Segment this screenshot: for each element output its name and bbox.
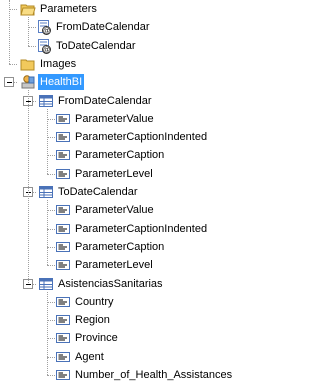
field-item[interactable]: ParameterCaptionIndented [55, 220, 209, 238]
field-icon [55, 312, 71, 328]
field-item[interactable]: ParameterValue [55, 201, 156, 219]
dataset-item[interactable]: ToDateCalendar [38, 183, 140, 201]
tree-guide [47, 228, 55, 230]
datasource-healthbi[interactable]: HealthBI [20, 73, 85, 91]
dataset-item-label: AsistenciasSanitarias [58, 277, 163, 290]
field-item-label: ParameterLevel [75, 167, 153, 180]
field-icon [55, 330, 71, 346]
dataset-icon [38, 184, 54, 200]
tree-guide [47, 338, 55, 340]
field-icon [55, 294, 71, 310]
field-icon [55, 129, 71, 145]
field-item-label: Agent [75, 350, 104, 363]
folder-open-icon [20, 1, 36, 17]
svg-text:@: @ [43, 47, 50, 54]
field-item-label: Country [75, 295, 114, 308]
tree-guide [47, 356, 55, 358]
expander-datasource[interactable] [4, 77, 14, 88]
tree-guide [28, 45, 36, 47]
folder-parameters[interactable]: Parameters [20, 0, 99, 18]
dataset-item-label: ToDateCalendar [58, 186, 138, 198]
field-item-label: ParameterCaption [75, 240, 165, 253]
tree-guide [47, 265, 55, 267]
tree-guide [47, 155, 55, 157]
parameter-icon: @ [36, 38, 52, 54]
field-item[interactable]: ParameterLevel [55, 256, 155, 274]
tree-guide [47, 173, 55, 175]
tree-guide [47, 118, 55, 120]
field-icon [55, 202, 71, 218]
dataset-icon [38, 276, 54, 292]
tree-guide [28, 27, 36, 29]
folder-images-label: Images [40, 57, 77, 70]
field-icon [55, 257, 71, 273]
field-item[interactable]: ParameterCaption [55, 238, 166, 256]
svg-text:@: @ [43, 28, 50, 35]
parameter-item[interactable]: @ ToDateCalendar [36, 37, 138, 55]
tree-guide [9, 9, 17, 10]
field-item[interactable]: Number_of_Health_Assistances [55, 366, 234, 384]
tree-guide [47, 375, 55, 376]
folder-parameters-label: Parameters [40, 3, 97, 15]
tree-guide [47, 137, 55, 139]
folder-images[interactable]: Images [20, 55, 78, 73]
tree-guide [47, 301, 55, 303]
dataset-item-label: FromDateCalendar [58, 94, 152, 107]
datasource-healthbi-label: HealthBI [38, 74, 85, 91]
field-icon [55, 166, 71, 182]
field-icon [55, 349, 71, 365]
parameter-item-label: FromDateCalendar [56, 21, 150, 34]
field-item[interactable]: Region [55, 311, 112, 329]
parameter-icon: @ [36, 19, 52, 36]
field-item[interactable]: ParameterLevel [55, 165, 155, 183]
field-icon [55, 111, 71, 127]
dataset-icon [38, 93, 54, 109]
field-item[interactable]: Country [55, 293, 116, 311]
field-item[interactable]: Province [55, 329, 120, 347]
parameter-item[interactable]: @ FromDateCalendar [36, 18, 152, 36]
data-source-icon [20, 74, 36, 90]
field-icon [55, 221, 71, 237]
parameter-item-label: ToDateCalendar [56, 39, 136, 52]
tree-guide [47, 320, 55, 322]
field-item[interactable]: ParameterCaption [55, 146, 166, 164]
field-item[interactable]: ParameterValue [55, 110, 156, 128]
field-item[interactable]: ParameterCaptionIndented [55, 128, 209, 146]
tree-guide [47, 210, 55, 212]
field-item-label: ParameterValue [75, 112, 154, 125]
field-item-label: ParameterLevel [75, 259, 153, 272]
field-icon [55, 147, 71, 163]
field-item-label: ParameterCaptionIndented [75, 131, 208, 144]
field-icon [55, 239, 71, 255]
field-item-label: Number_of_Health_Assistances [75, 369, 233, 381]
field-item-label: Region [75, 314, 110, 327]
tree-guide [47, 246, 55, 248]
tree-guide-fields [47, 291, 48, 375]
folder-icon [20, 56, 36, 72]
dataset-item[interactable]: FromDateCalendar [38, 92, 154, 110]
field-item-label: ParameterValue [75, 204, 154, 217]
field-item-label: Province [75, 332, 118, 345]
field-item-label: ParameterCaptionIndented [75, 222, 208, 235]
field-icon [55, 367, 71, 383]
tree-guide-parameters [28, 17, 29, 46]
field-item-label: ParameterCaption [75, 149, 165, 162]
tree-guide [9, 63, 17, 65]
field-item[interactable]: Agent [55, 348, 106, 366]
dataset-item[interactable]: AsistenciasSanitarias [38, 275, 165, 293]
tree-guide-datasets [28, 90, 29, 284]
